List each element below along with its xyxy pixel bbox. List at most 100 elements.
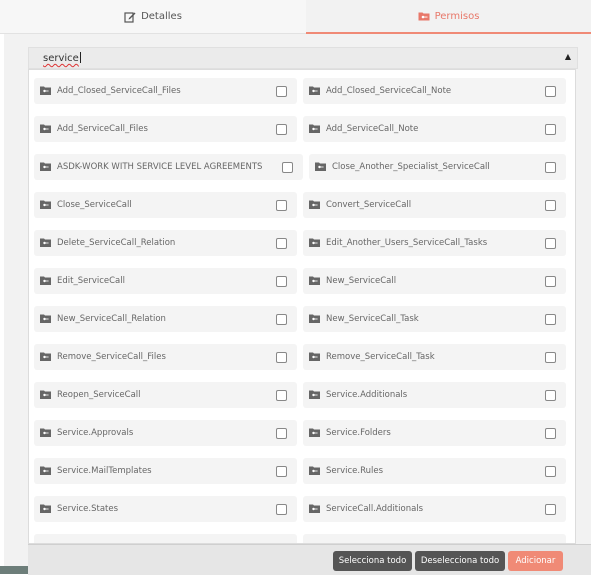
footer-bar: Selecciona todo Deselecciona todo Adicio… <box>28 544 591 575</box>
permission-checkbox[interactable] <box>276 314 287 325</box>
folder-key-icon <box>40 276 51 285</box>
permission-item[interactable]: Service.States <box>34 496 297 522</box>
permission-label: Service.Additionals <box>326 390 408 400</box>
folder-key-icon <box>40 162 51 171</box>
permission-item[interactable]: ServiceCall.Additionals <box>303 496 566 522</box>
permission-label: Edit_Another_Users_ServiceCall_Tasks <box>326 238 488 248</box>
permission-checkbox[interactable] <box>282 162 293 173</box>
permission-checkbox[interactable] <box>545 504 556 515</box>
select-all-button[interactable]: Selecciona todo <box>333 551 412 571</box>
permission-label: ServiceCall.Additionals <box>326 504 424 514</box>
folder-key-icon <box>315 162 326 171</box>
permission-label: New_ServiceCall_Relation <box>57 314 166 324</box>
permissions-list[interactable]: Add_Closed_ServiceCall_Files Add_Closed_S… <box>28 69 576 544</box>
folder-key-icon <box>309 200 320 209</box>
permission-checkbox[interactable] <box>545 86 556 97</box>
folder-key-icon <box>309 124 320 133</box>
permission-label: Service.Folders <box>326 428 391 438</box>
permission-label: Delete_ServiceCall_Relation <box>57 238 176 248</box>
folder-key-icon <box>40 314 51 323</box>
permission-item[interactable]: Close_ServiceCall <box>34 192 297 218</box>
permission-checkbox[interactable] <box>276 200 287 211</box>
permission-label: Service.Rules <box>326 466 384 476</box>
permission-item-partial[interactable] <box>303 534 566 543</box>
permission-checkbox[interactable] <box>545 124 556 135</box>
permission-label: Remove_ServiceCall_Task <box>326 352 435 362</box>
tab-bar: Detalles Permisos <box>0 0 591 34</box>
permission-label: Convert_ServiceCall <box>326 200 412 210</box>
permission-checkbox[interactable] <box>276 390 287 401</box>
permission-item[interactable]: ASDK-WORK WITH SERVICE LEVEL AGREEMENTS <box>34 154 303 180</box>
permission-checkbox[interactable] <box>545 276 556 287</box>
permission-checkbox[interactable] <box>276 352 287 363</box>
permission-checkbox[interactable] <box>276 276 287 287</box>
permission-item[interactable]: Add_Closed_ServiceCall_Note <box>303 78 566 104</box>
permission-checkbox[interactable] <box>545 162 556 173</box>
permission-checkbox[interactable] <box>545 466 556 477</box>
permission-label: Add_ServiceCall_Files <box>57 124 148 134</box>
permission-checkbox[interactable] <box>276 466 287 477</box>
permission-label: Service.MailTemplates <box>57 466 152 476</box>
permission-label: Service.Approvals <box>57 428 134 438</box>
permission-item[interactable]: Remove_ServiceCall_Files <box>34 344 297 370</box>
permission-checkbox[interactable] <box>276 86 287 97</box>
permission-item[interactable]: New_ServiceCall_Relation <box>34 306 297 332</box>
folder-key-icon <box>40 238 51 247</box>
permission-label: Reopen_ServiceCall <box>57 390 141 400</box>
permission-item[interactable]: Service.Additionals <box>303 382 566 408</box>
folder-key-icon <box>40 352 51 361</box>
permission-checkbox[interactable] <box>276 428 287 439</box>
folder-key-icon <box>40 428 51 437</box>
folder-key-icon <box>418 12 430 21</box>
permission-checkbox[interactable] <box>545 238 556 249</box>
permission-item[interactable]: Service.Rules <box>303 458 566 484</box>
caret-up-icon[interactable]: ▲ <box>565 52 571 61</box>
permission-label: Add_Closed_ServiceCall_Files <box>57 86 181 96</box>
tab-label: Detalles <box>141 11 182 22</box>
permission-item[interactable]: Close_Another_Specialist_ServiceCall <box>309 154 566 180</box>
permission-checkbox[interactable] <box>276 238 287 249</box>
permission-label: Edit_ServiceCall <box>57 276 125 286</box>
permission-item[interactable]: Convert_ServiceCall <box>303 192 566 218</box>
permission-item[interactable]: New_ServiceCall_Task <box>303 306 566 332</box>
permission-item[interactable]: Add_ServiceCall_Note <box>303 116 566 142</box>
permission-label: ASDK-WORK WITH SERVICE LEVEL AGREEMENTS <box>57 162 263 172</box>
permission-checkbox[interactable] <box>276 124 287 135</box>
permission-item[interactable]: Service.Approvals <box>34 420 297 446</box>
permission-label: Remove_ServiceCall_Files <box>57 352 166 362</box>
folder-key-icon <box>309 238 320 247</box>
permission-item[interactable]: Edit_Another_Users_ServiceCall_Tasks <box>303 230 566 256</box>
permission-checkbox[interactable] <box>545 352 556 363</box>
permission-item[interactable]: Reopen_ServiceCall <box>34 382 297 408</box>
folder-key-icon <box>309 86 320 95</box>
permission-label: Close_Another_Specialist_ServiceCall <box>332 162 490 172</box>
tab-permisos[interactable]: Permisos <box>306 0 591 34</box>
permission-item[interactable]: Edit_ServiceCall <box>34 268 297 294</box>
tab-detalles[interactable]: Detalles <box>0 0 306 34</box>
deselect-all-button[interactable]: Deselecciona todo <box>415 551 505 571</box>
permission-label: New_ServiceCall_Task <box>326 314 419 324</box>
add-button[interactable]: Adicionar <box>508 551 563 571</box>
permission-item-partial[interactable] <box>34 534 297 543</box>
folder-key-icon <box>40 200 51 209</box>
permission-item[interactable]: Service.Folders <box>303 420 566 446</box>
search-input[interactable]: service ▲ <box>28 47 578 69</box>
permission-checkbox[interactable] <box>545 390 556 401</box>
permission-item[interactable]: Add_ServiceCall_Files <box>34 116 297 142</box>
tab-label: Permisos <box>434 10 480 22</box>
permission-checkbox[interactable] <box>276 504 287 515</box>
permission-item[interactable]: New_ServiceCall <box>303 268 566 294</box>
permission-item[interactable]: Delete_ServiceCall_Relation <box>34 230 297 256</box>
permission-checkbox[interactable] <box>545 200 556 211</box>
permission-checkbox[interactable] <box>545 314 556 325</box>
folder-key-icon <box>40 86 51 95</box>
permission-item[interactable]: Remove_ServiceCall_Task <box>303 344 566 370</box>
permission-label: Close_ServiceCall <box>57 200 132 210</box>
permission-label: Add_Closed_ServiceCall_Note <box>326 86 452 96</box>
edit-icon <box>124 11 136 23</box>
permission-item[interactable]: Service.MailTemplates <box>34 458 297 484</box>
permission-checkbox[interactable] <box>545 428 556 439</box>
permission-item[interactable]: Add_Closed_ServiceCall_Files <box>34 78 297 104</box>
folder-key-icon <box>309 466 320 475</box>
folder-key-icon <box>309 314 320 323</box>
